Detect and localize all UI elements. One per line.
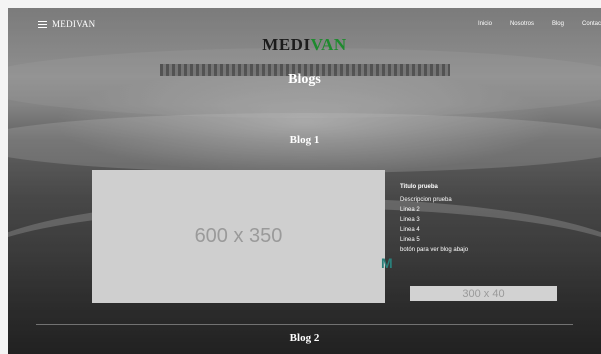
blog-1-image-placeholder: 600 x 350 xyxy=(92,170,385,303)
hamburger-icon xyxy=(38,20,47,28)
blog-1-line: Linea 4 xyxy=(400,227,420,233)
section-divider xyxy=(36,324,573,325)
page-title: Blogs xyxy=(288,72,321,87)
blog-1-description: Descripcion prueba xyxy=(400,197,452,203)
top-navbar: MEDIVAN Inicio Nosotros Blog Contac xyxy=(8,8,601,38)
blog-1-line: Linea 5 xyxy=(400,237,420,243)
blog-1-post-title: Titulo prueba xyxy=(400,184,438,190)
blog-1-button-placeholder[interactable]: 300 x 40 xyxy=(410,286,557,301)
menu-button[interactable]: MEDIVAN xyxy=(38,19,95,29)
blog-1-title: Blog 1 xyxy=(289,134,320,146)
nav-link-nosotros[interactable]: Nosotros xyxy=(510,21,534,27)
nav-link-blog[interactable]: Blog xyxy=(552,21,564,27)
nav-link-inicio[interactable]: Inicio xyxy=(478,21,492,27)
blog-1-line: botón para ver blog abajo xyxy=(400,247,469,253)
brand-name: MEDIVAN xyxy=(52,19,96,29)
blog-2-title: Blog 2 xyxy=(289,332,320,344)
nav-link-contacto[interactable]: Contac xyxy=(582,21,601,27)
blog-1-info: Titulo prueba Descripcion prueba Linea 2… xyxy=(400,182,468,255)
main-nav: Inicio Nosotros Blog Contac xyxy=(460,21,601,27)
site-logo: MEDIVAN xyxy=(262,35,347,54)
blog-1-line: Linea 2 xyxy=(400,207,420,213)
hero-background: MEDIVAN Inicio Nosotros Blog Contac MEDI… xyxy=(8,8,601,354)
blog-1-line: Linea 3 xyxy=(400,217,420,223)
background-logo-mark: M xyxy=(381,255,393,271)
